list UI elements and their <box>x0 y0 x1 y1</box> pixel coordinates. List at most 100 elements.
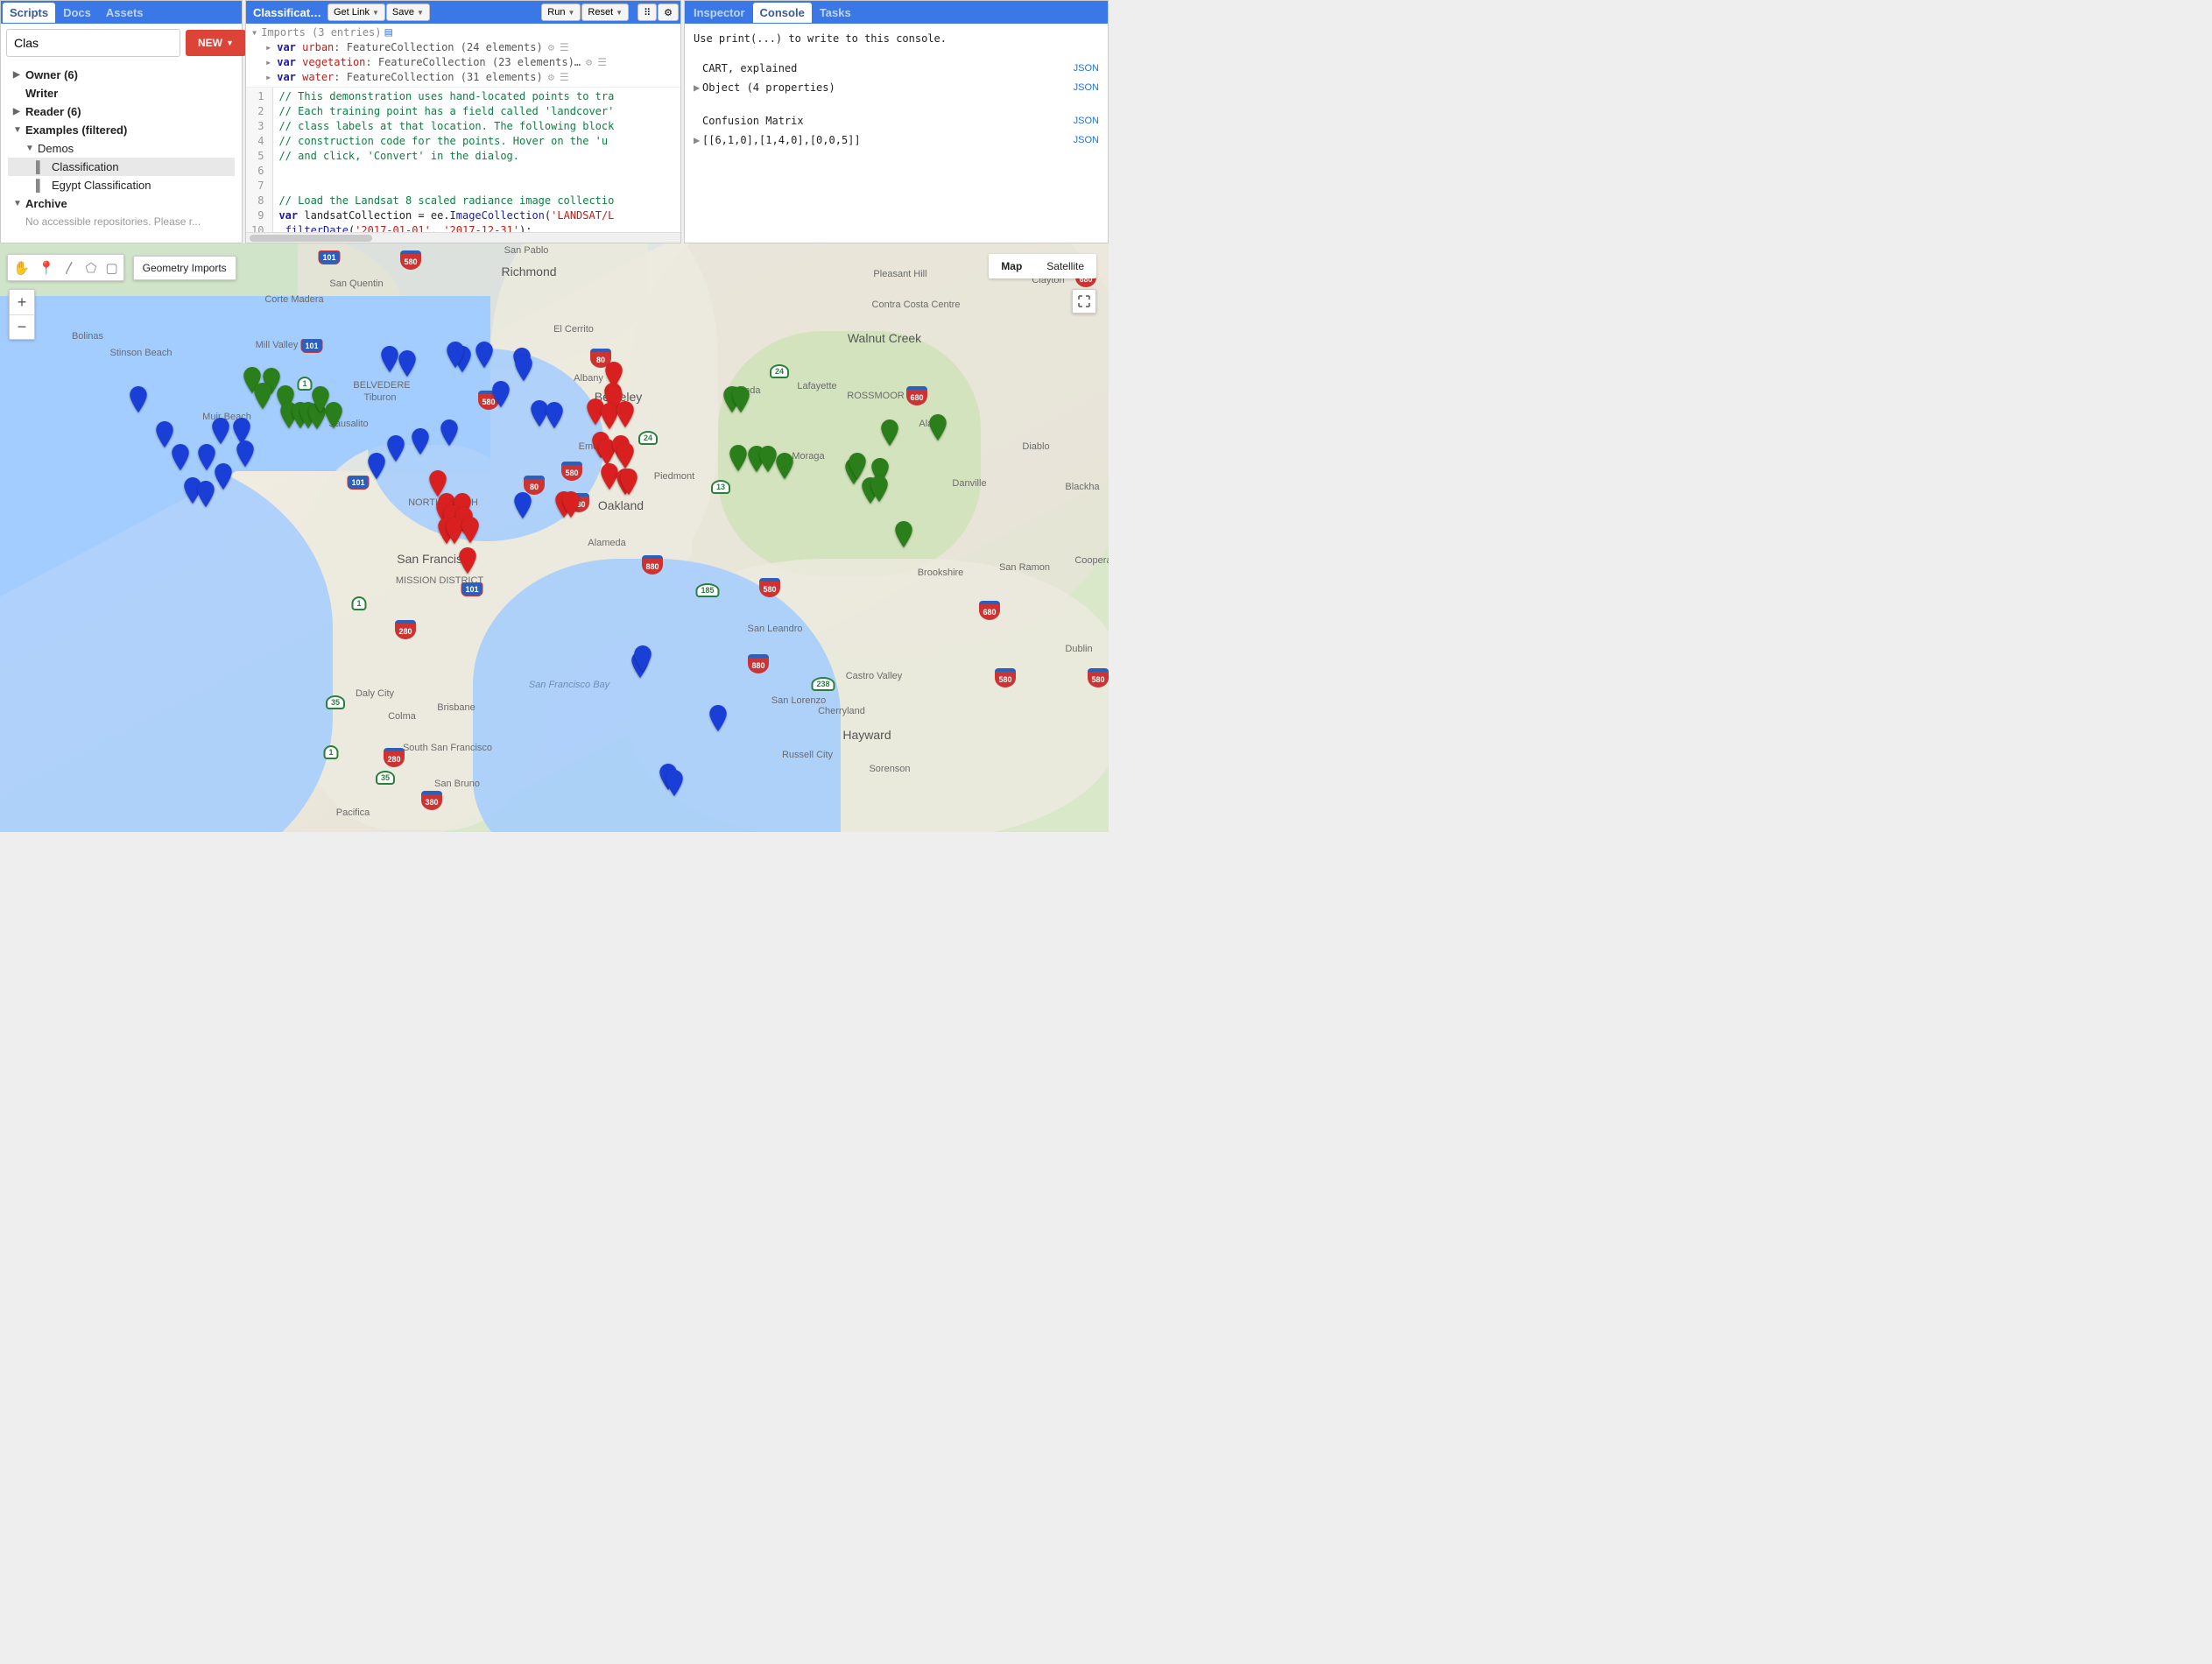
console-text: CART, explained <box>702 62 797 74</box>
tree-item-label: Demos <box>38 142 74 155</box>
caret-icon: ▼ <box>13 199 22 208</box>
apps-button[interactable]: ⠿ <box>638 4 657 21</box>
polygon-tool-icon[interactable]: ⬠ <box>85 258 96 277</box>
save-button[interactable]: Save▼ <box>386 4 430 21</box>
new-button[interactable]: NEW ▼ <box>186 30 246 56</box>
json-badge[interactable]: JSON <box>1074 135 1099 145</box>
fullscreen-icon <box>1078 295 1090 307</box>
pan-tool-icon[interactable]: ✋ <box>13 258 30 277</box>
json-badge[interactable]: JSON <box>1074 63 1099 74</box>
caret-icon: ▶ <box>694 81 702 94</box>
fullscreen-button[interactable] <box>1072 289 1096 314</box>
tree-item-label: Reader (6) <box>25 105 81 118</box>
map-type-control: Map Satellite <box>989 254 1096 279</box>
map[interactable]: ✋ 📍 〳 ⬠ ▢ Geometry Imports + − Map Satel… <box>0 243 1109 832</box>
tree-item-label: Egypt Classification <box>52 179 151 192</box>
tree-item-label: Owner (6) <box>25 68 78 81</box>
gear-icon: ⚙ <box>664 7 673 18</box>
console-panel: Inspector Console Tasks Use print(...) t… <box>684 0 1109 243</box>
geometry-imports-button[interactable]: Geometry Imports <box>133 256 236 280</box>
tree-item[interactable]: Writer <box>8 84 235 102</box>
code-line: // construction code for the points. Hov… <box>278 134 675 149</box>
tree-item[interactable]: ▼Demos <box>8 139 235 158</box>
caret-icon: ▶ <box>694 134 702 146</box>
code-line: // Load the Landsat 8 scaled radiance im… <box>278 194 675 208</box>
code-area[interactable]: // This demonstration uses hand-located … <box>273 88 680 232</box>
code-line: // class labels at that location. The fo… <box>278 119 675 134</box>
tree-item-label: Examples (filtered) <box>25 123 127 137</box>
editor-title: Classificat… <box>248 3 327 23</box>
console-text: Object (4 properties) <box>702 81 835 94</box>
gear-icon[interactable]: ⚙ <box>548 70 554 85</box>
console-entry[interactable]: CART, explained JSON <box>694 59 1099 78</box>
json-badge[interactable]: JSON <box>1074 116 1099 126</box>
code-line: // and click, 'Convert' in the dialog. <box>278 149 675 164</box>
console-text: [[6,1,0],[1,4,0],[0,0,5]] <box>702 134 861 146</box>
imports-block: ▾ Imports (3 entries) ▤ ▸var urban: Feat… <box>246 24 680 88</box>
caret-icon: ▸ <box>265 70 271 85</box>
import-entry[interactable]: ▸var urban: FeatureCollection (24 elemen… <box>251 40 675 55</box>
tree-item[interactable]: ▶Reader (6) <box>8 102 235 121</box>
menu-icon[interactable]: ☰ <box>597 55 607 70</box>
run-button[interactable]: Run▼ <box>541 4 581 21</box>
horizontal-scrollbar[interactable] <box>246 232 680 243</box>
code-line: var landsatCollection = ee.ImageCollecti… <box>278 208 675 223</box>
tab-tasks[interactable]: Tasks <box>813 3 858 23</box>
tree-item[interactable]: ▌Classification <box>8 158 235 176</box>
chevron-down-icon: ▼ <box>372 9 379 17</box>
tree-item-label: Classification <box>52 160 119 173</box>
rectangle-tool-icon[interactable]: ▢ <box>105 258 117 277</box>
gear-icon[interactable]: ⚙ <box>586 55 592 70</box>
search-input[interactable] <box>6 29 180 57</box>
zoom-control: + − <box>9 289 35 340</box>
zoom-in-button[interactable]: + <box>10 290 34 314</box>
file-icon: ▌ <box>36 179 48 192</box>
code-line: // This demonstration uses hand-located … <box>278 89 675 104</box>
map-toolbar: ✋ 📍 〳 ⬠ ▢ Geometry Imports <box>7 254 236 281</box>
json-badge[interactable]: JSON <box>1074 82 1099 93</box>
code-editor[interactable]: 123456789101112 // This demonstration us… <box>246 88 680 232</box>
reset-button[interactable]: Reset▼ <box>581 4 629 21</box>
menu-icon[interactable]: ☰ <box>560 70 569 85</box>
tab-console[interactable]: Console <box>753 3 812 23</box>
chevron-down-icon: ▼ <box>226 39 234 47</box>
line-tool-icon[interactable]: 〳 <box>63 258 76 277</box>
imports-header[interactable]: ▾ Imports (3 entries) ▤ <box>251 25 675 40</box>
tab-scripts[interactable]: Scripts <box>3 3 55 23</box>
console-hint: Use print(...) to write to this console. <box>694 29 1099 48</box>
left-tab-bar: Scripts Docs Assets <box>1 1 242 24</box>
map-background <box>0 243 1109 832</box>
zoom-out-button[interactable]: − <box>10 314 34 339</box>
tree-item[interactable]: ▌ Egypt Classification <box>8 176 235 194</box>
tree-item[interactable]: ▶Owner (6) <box>8 66 235 84</box>
import-entry[interactable]: ▸var water: FeatureCollection (31 elemen… <box>251 70 675 85</box>
scripts-toolbar: NEW ▼ ↻ <box>1 24 242 62</box>
marker-tool-icon[interactable]: 📍 <box>39 258 55 277</box>
map-type-map[interactable]: Map <box>989 254 1034 279</box>
tab-assets[interactable]: Assets <box>99 3 151 23</box>
import-entry[interactable]: ▸var vegetation: FeatureCollection (23 e… <box>251 55 675 70</box>
tree-item[interactable]: ▼Examples (filtered) <box>8 121 235 139</box>
caret-icon: ▶ <box>13 70 22 80</box>
console-entry[interactable]: ▶Object (4 properties) JSON <box>694 78 1099 97</box>
code-line: .filterDate('2017-01-01', '2017-12-31'); <box>278 223 675 232</box>
imports-header-label: Imports (3 entries) <box>261 25 381 40</box>
chevron-down-icon: ▾ <box>251 25 257 40</box>
drawing-tools: ✋ 📍 〳 ⬠ ▢ <box>7 254 124 281</box>
caret-icon: ▼ <box>13 125 22 135</box>
tab-inspector[interactable]: Inspector <box>687 3 752 23</box>
tree-item[interactable]: ▼Archive <box>8 194 235 213</box>
tab-docs[interactable]: Docs <box>56 3 98 23</box>
doc-icon: ▤ <box>385 25 392 40</box>
console-entry[interactable]: Confusion MatrixJSON <box>694 111 1099 130</box>
scripts-panel: Scripts Docs Assets NEW ▼ ↻ ▶Owner (6)Wr… <box>0 0 243 243</box>
menu-icon[interactable]: ☰ <box>560 40 569 55</box>
map-type-satellite[interactable]: Satellite <box>1034 254 1096 279</box>
get-link-button[interactable]: Get Link▼ <box>328 4 385 21</box>
code-line <box>278 179 675 194</box>
gear-icon[interactable]: ⚙ <box>548 40 554 55</box>
settings-button[interactable]: ⚙ <box>658 4 679 21</box>
editor-panel: Classificat… Get Link▼ Save▼ Run▼ Reset▼… <box>245 0 681 243</box>
code-line: // Each training point has a field calle… <box>278 104 675 119</box>
console-entry[interactable]: ▶[[6,1,0],[1,4,0],[0,0,5]] JSON <box>694 130 1099 150</box>
